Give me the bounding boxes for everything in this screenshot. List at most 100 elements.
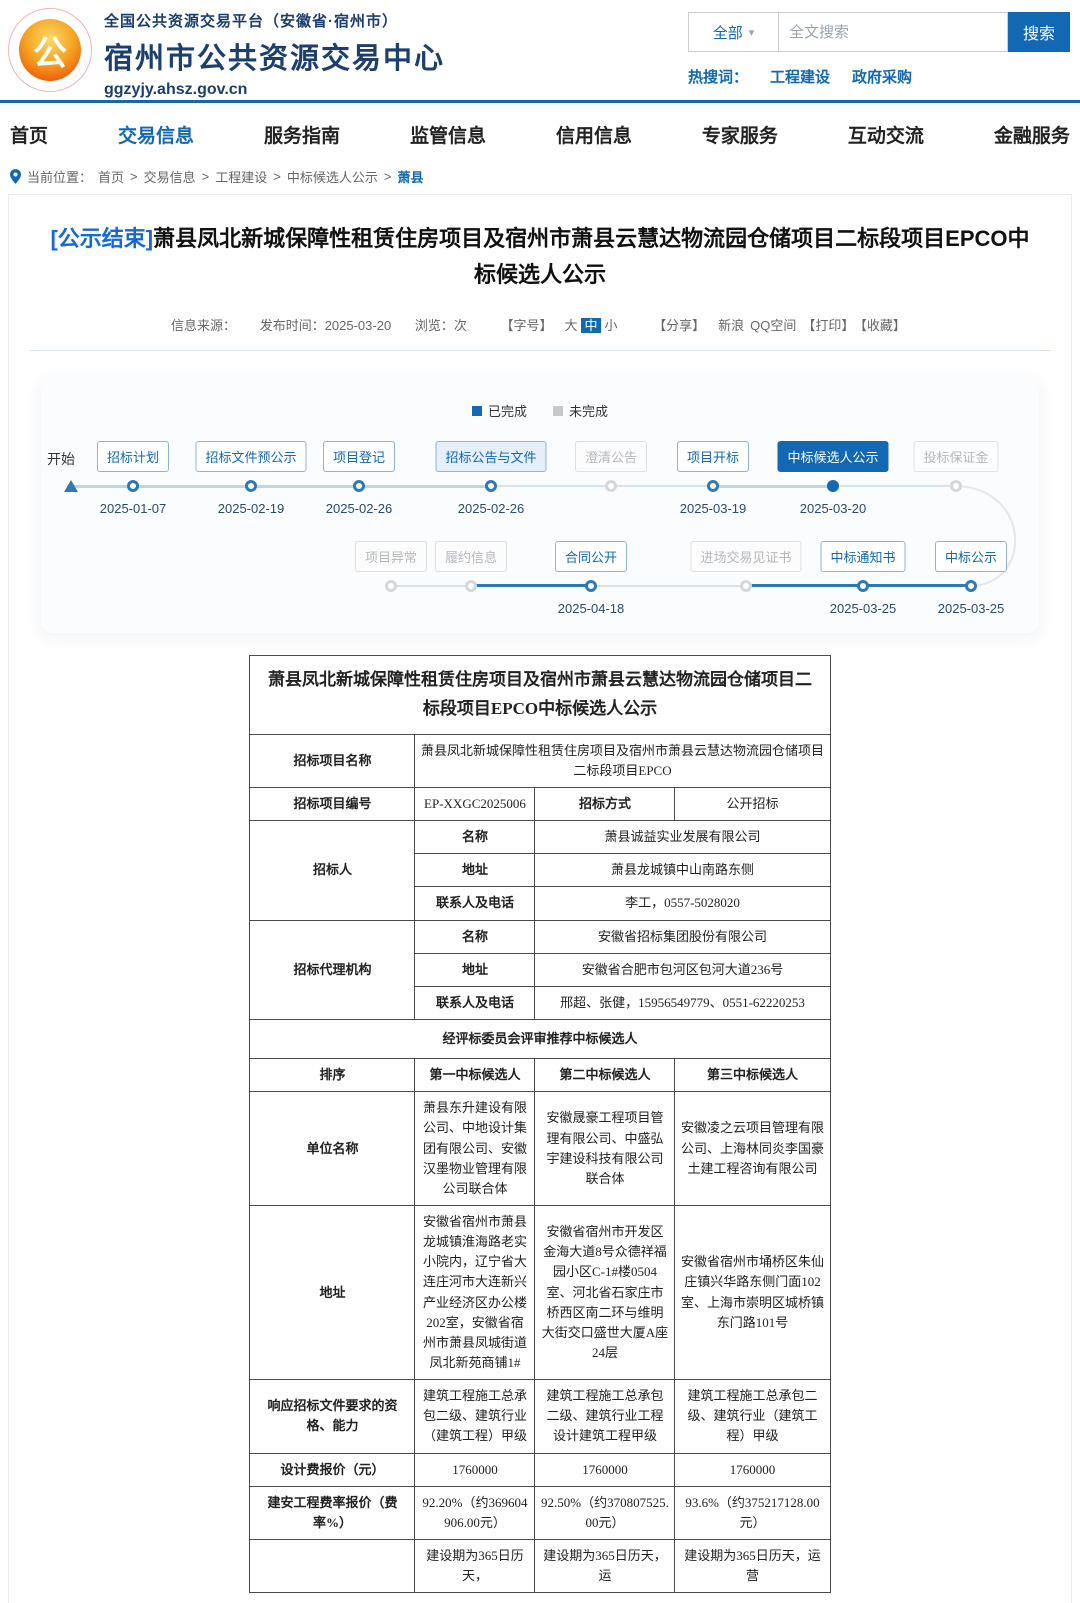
print-button[interactable]: 【打印】: [802, 318, 854, 333]
date-bid-plan: 2025-01-07: [100, 501, 167, 516]
date-bid-opening: 2025-03-19: [680, 501, 747, 516]
agency-name-label: 名称: [415, 920, 535, 953]
legend-done: 已完成: [472, 401, 527, 420]
qualification-3: 建筑工程施工总承包二级、建筑行业（建筑工程）甲级: [675, 1380, 830, 1453]
rank-label: 排序: [250, 1059, 415, 1092]
rank-first: 第一中标候选人: [415, 1059, 535, 1092]
stage-candidate-publicity[interactable]: 中标候选人公示: [777, 441, 888, 472]
rank-second: 第二中标候选人: [535, 1059, 675, 1092]
stage-clarification: 澄清公告: [575, 441, 647, 472]
agency-label: 招标代理机构: [250, 920, 415, 1019]
fontsize-small-button[interactable]: 小: [605, 318, 618, 333]
table-row: 设计费报价（元） 1760000 1760000 1760000: [250, 1453, 830, 1486]
node-bid-opening: [707, 480, 719, 492]
rank-third: 第三中标候选人: [675, 1059, 830, 1092]
date-doc-preannounce: 2025-02-19: [218, 501, 285, 516]
design-fee-2: 1760000: [535, 1453, 675, 1486]
favorite-button[interactable]: 【收藏】: [860, 318, 906, 333]
content-panel: [公示结束]萧县凤北新城保障性租赁住房项目及宿州市萧县云慧达物流园仓储项目二标段…: [8, 194, 1072, 1603]
breadcrumb-trade-info[interactable]: 交易信息: [144, 167, 196, 186]
period-label: [250, 1540, 415, 1593]
breadcrumb-sep: >: [273, 169, 281, 184]
search-category-value: 全部: [713, 22, 743, 43]
stage-entry-certificate: 进场交易见证书: [690, 541, 801, 572]
nav-item-interaction[interactable]: 互动交流: [848, 121, 924, 148]
timeline-start-label: 开始: [47, 449, 75, 469]
table-row: 地址 安徽省宿州市萧县龙城镇淮海路老实小院内，辽宁省大连庄河市大连新兴产业经济区…: [250, 1206, 830, 1380]
nav-item-service-guide[interactable]: 服务指南: [264, 121, 340, 148]
tenderer-name: 萧县诚益实业发展有限公司: [535, 821, 830, 854]
timeline-start-marker: [64, 480, 78, 492]
stage-bid-plan[interactable]: 招标计划: [97, 441, 169, 472]
breadcrumb-sep: >: [202, 169, 210, 184]
breadcrumb-candidates[interactable]: 中标候选人公示: [287, 167, 378, 186]
article-meta: 信息来源： 发布时间：2025-03-20 浏览：次 【字号】大中小 【分享】新…: [9, 315, 1071, 334]
agency-contact: 邢超、张健，15956549779、0551-62220253: [535, 986, 830, 1019]
meta-share-group: 【分享】新浪 QQ空间【打印】【收藏】: [643, 318, 909, 333]
fontsize-label: 【字号】: [500, 318, 552, 333]
site-header: 公 全国公共资源交易平台（安徽省·宿州市） 宿州市公共资源交易中心 ggzyjy…: [0, 0, 1080, 100]
breadcrumb-label: 当前位置：: [27, 167, 92, 186]
stage-contract-publicity[interactable]: 合同公开: [555, 541, 627, 572]
nav-item-home[interactable]: 首页: [10, 121, 48, 148]
fontsize-big-button[interactable]: 大: [564, 318, 577, 333]
nav-item-trade-info[interactable]: 交易信息: [118, 121, 194, 148]
nav-item-credit[interactable]: 信用信息: [556, 121, 632, 148]
hot-word-engineering[interactable]: 工程建设: [770, 66, 830, 87]
tenderer-contact: 李工，0557-5028020: [535, 887, 830, 920]
search-button[interactable]: 搜索: [1008, 12, 1070, 52]
site-domain: ggzyjy.ahsz.gov.cn: [104, 81, 445, 99]
period-3: 建设期为365日历天，运营: [675, 1540, 830, 1593]
breadcrumb-engineering[interactable]: 工程建设: [215, 167, 267, 186]
tenderer-addr: 萧县龙城镇中山南路东侧: [535, 854, 830, 887]
main-nav: 首页 交易信息 服务指南 监管信息 信用信息 专家服务 互动交流 金融服务: [0, 103, 1080, 165]
stage-project-register[interactable]: 项目登记: [323, 441, 395, 472]
stage-doc-preannounce[interactable]: 招标文件预公示: [195, 441, 306, 472]
fontsize-medium-button[interactable]: 中: [581, 318, 600, 333]
tenderer-addr-label: 地址: [415, 854, 535, 887]
search-input[interactable]: [778, 12, 1008, 52]
nav-item-expert[interactable]: 专家服务: [702, 121, 778, 148]
node-contract-publicity: [585, 580, 597, 592]
timeline-row1-progress: [713, 485, 833, 488]
node-doc-preannounce: [245, 480, 257, 492]
project-name-label: 招标项目名称: [250, 734, 415, 787]
breadcrumb-current[interactable]: 萧县: [397, 167, 423, 186]
meta-fontsize-group: 【字号】大中小: [490, 318, 623, 333]
stage-bid-opening[interactable]: 项目开标: [677, 441, 749, 472]
stage-award-publicity[interactable]: 中标公示: [935, 541, 1007, 572]
table-row: 建设期为365日历天， 建设期为365日历天，运 建设期为365日历天，运营: [250, 1540, 830, 1593]
method-value: 公开招标: [675, 788, 830, 821]
nav-item-supervision[interactable]: 监管信息: [410, 121, 486, 148]
breadcrumb: 当前位置： 首页> 交易信息> 工程建设> 中标候选人公示> 萧县: [0, 165, 1080, 194]
chevron-down-icon: ▾: [749, 26, 755, 39]
platform-name: 全国公共资源交易平台（安徽省·宿州市）: [104, 10, 445, 31]
project-no-value: EP-XXGC2025006: [415, 788, 535, 821]
stage-bid-bond: 投标保证金: [913, 441, 998, 472]
address-3: 安徽省宿州市埇桥区朱仙庄镇兴华路东侧门面102室、上海市崇明区城桥镇东门路101…: [675, 1206, 830, 1380]
design-fee-3: 1760000: [675, 1453, 830, 1486]
node-award-notice: [857, 580, 869, 592]
node-bid-plan: [127, 480, 139, 492]
timeline-legend: 已完成 未完成: [41, 401, 1039, 420]
node-project-abnormal: [385, 580, 397, 592]
table-row: 单位名称 萧县东升建设有限公司、中地设计集团有限公司、安徽汉墨物业管理有限公司联…: [250, 1092, 830, 1206]
stage-announcement-docs[interactable]: 招标公告与文件: [435, 441, 546, 472]
project-no-label: 招标项目编号: [250, 788, 415, 821]
site-seal-logo: 公: [8, 8, 92, 92]
company-label: 单位名称: [250, 1092, 415, 1206]
period-1: 建设期为365日历天，: [415, 1540, 535, 1593]
legend-done-swatch: [472, 406, 482, 416]
share-label: 【分享】: [653, 318, 705, 333]
share-sina-button[interactable]: 新浪: [718, 318, 744, 333]
share-qq-button[interactable]: QQ空间: [750, 318, 796, 333]
breadcrumb-home[interactable]: 首页: [98, 167, 124, 186]
meta-source: 信息来源：: [171, 318, 236, 333]
hot-word-procurement[interactable]: 政府采购: [852, 66, 912, 87]
rate-3: 93.6%（约375217128.00元）: [675, 1486, 830, 1539]
search-category-select[interactable]: 全部 ▾: [688, 12, 778, 52]
seal-glyph: 公: [33, 26, 67, 75]
period-2: 建设期为365日历天，运: [535, 1540, 675, 1593]
stage-award-notice[interactable]: 中标通知书: [820, 541, 905, 572]
nav-item-finance[interactable]: 金融服务: [994, 121, 1070, 148]
